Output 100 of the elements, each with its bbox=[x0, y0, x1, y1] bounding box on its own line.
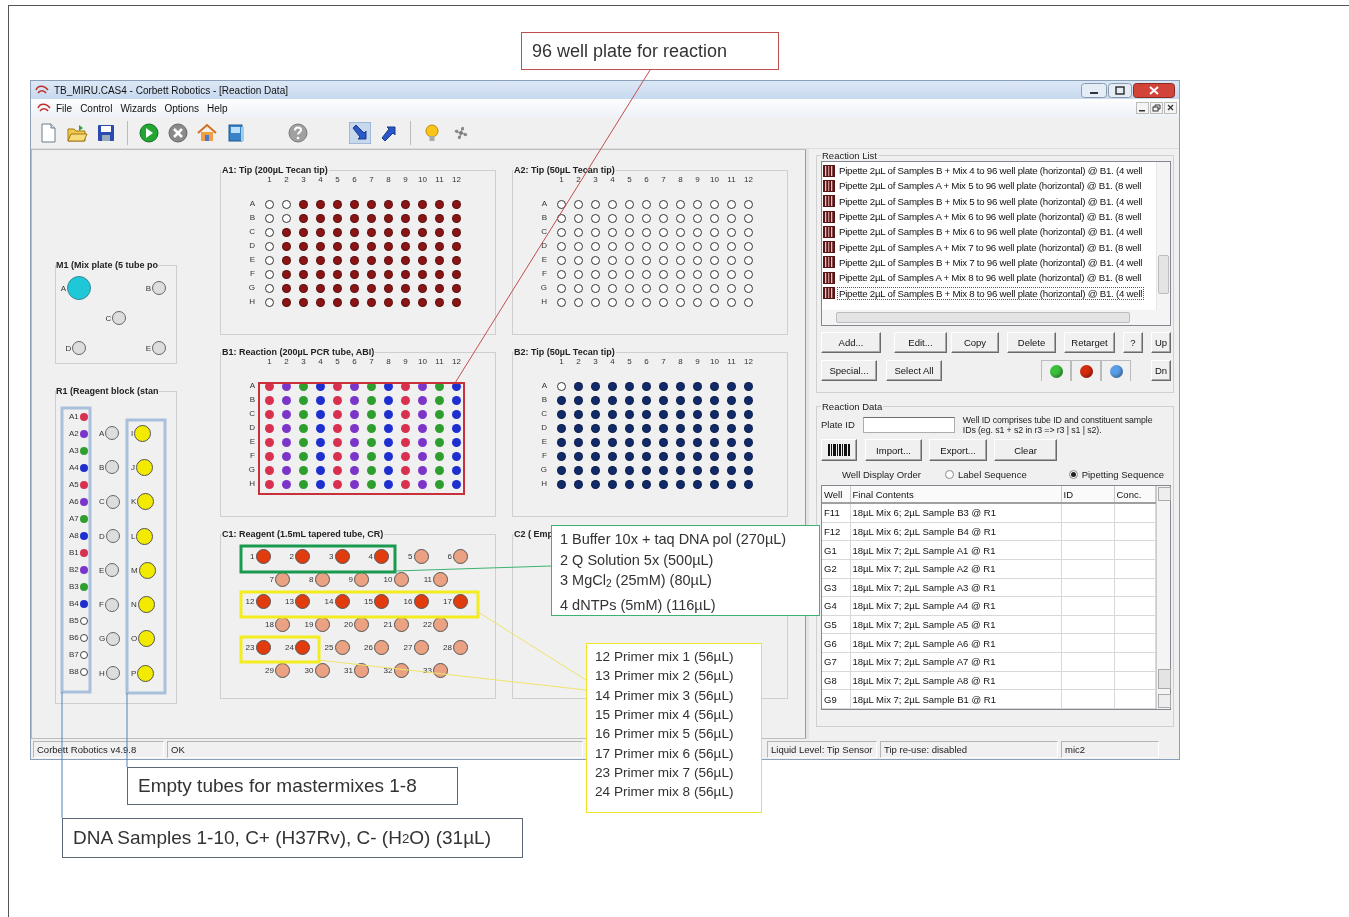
option-label: Well Display Order bbox=[842, 468, 922, 480]
action-button[interactable]: Edit... bbox=[894, 332, 947, 353]
column-header: Well bbox=[822, 486, 850, 504]
reaction-item[interactable]: Pipette 2µL of Samples B + Mix 8 to 96 well plate (horizontal) @ B1. (4 well bbox=[837, 286, 1145, 300]
tube-number: 7 bbox=[269, 574, 274, 584]
action-button[interactable]: Delete bbox=[1007, 332, 1056, 353]
column-number: 7 bbox=[369, 357, 374, 366]
action-button[interactable]: Import... bbox=[865, 439, 922, 461]
callout-line: 24 Primer mix 8 (56µL) bbox=[595, 783, 735, 802]
help-icon[interactable] bbox=[287, 121, 309, 144]
callout-line: 17 Primer mix 6 (56µL) bbox=[595, 744, 735, 763]
restore-icon[interactable] bbox=[1150, 102, 1163, 114]
barcode-button[interactable] bbox=[821, 439, 857, 461]
reaction-item[interactable]: Pipette 2µL of Samples B + Mix 5 to 96 well plate (horizontal) @ B1. (4 well bbox=[837, 194, 1145, 208]
row-letter: A bbox=[249, 380, 255, 392]
color-button[interactable] bbox=[1101, 360, 1131, 381]
row-letter: D bbox=[541, 422, 547, 434]
tube-number: 24 bbox=[285, 643, 294, 653]
tube-label: A8 bbox=[69, 531, 79, 540]
table-cell: G3 bbox=[822, 578, 850, 597]
tube-letter: E bbox=[145, 343, 152, 353]
tube-number: 15 bbox=[364, 597, 373, 607]
reaction-item[interactable]: Pipette 2µL of Samples B + Mix 6 to 96 well plate (horizontal) @ B1. (4 well bbox=[837, 225, 1145, 239]
callout-line: 16 Primer mix 5 (56µL) bbox=[595, 725, 735, 744]
menu-item[interactable]: Wizards bbox=[117, 102, 160, 114]
reaction-item[interactable]: Pipette 2µL of Samples A + Mix 8 to 96 well plate (horizontal) @ B1. (8 well bbox=[837, 271, 1144, 285]
book-icon[interactable] bbox=[225, 121, 247, 144]
table-cell: 18µL Mix 7; 2µL Sample A1 @ R1 bbox=[850, 540, 1061, 560]
play-icon[interactable] bbox=[138, 121, 160, 144]
row-letter: G bbox=[248, 282, 255, 294]
tube-letter: J bbox=[131, 462, 135, 472]
tube-label: B2 bbox=[69, 565, 79, 574]
radio-label[interactable]: Pipetting Sequence bbox=[1081, 468, 1165, 480]
menu-item[interactable]: Help bbox=[203, 102, 231, 114]
column-number: 4 bbox=[610, 175, 615, 184]
column-number: 11 bbox=[435, 357, 444, 366]
stop-icon[interactable] bbox=[167, 121, 189, 144]
row-letter: F bbox=[542, 268, 547, 280]
tube-letter: G bbox=[99, 634, 106, 644]
tube-number: 32 bbox=[383, 665, 393, 675]
row-letter: G bbox=[540, 282, 547, 294]
reaction-item[interactable]: Pipette 2µL of Samples A + Mix 6 to 96 well plate (horizontal) @ B1. (8 well bbox=[837, 210, 1144, 224]
reaction-item[interactable]: Pipette 2µL of Samples B + Mix 7 to 96 well plate (horizontal) @ B1. (4 well bbox=[837, 255, 1145, 269]
tube-number: 20 bbox=[344, 620, 353, 630]
reaction-item[interactable]: Pipette 2µL of Samples B + Mix 4 to 96 well plate (horizontal) @ B1. (4 well bbox=[837, 164, 1145, 178]
tube-label: B7 bbox=[69, 650, 79, 659]
home-icon[interactable] bbox=[196, 121, 218, 144]
radio-label[interactable]: Label Sequence bbox=[958, 468, 1027, 480]
tube-number: 8 bbox=[309, 574, 314, 584]
radio-button[interactable] bbox=[945, 469, 954, 479]
callout-line: 12 Primer mix 1 (56µL) bbox=[595, 648, 735, 666]
column-number: 9 bbox=[695, 357, 700, 366]
tube-number: 10 bbox=[383, 574, 393, 584]
reaction-item[interactable]: Pipette 2µL of Samples A + Mix 7 to 96 well plate (horizontal) @ B1. (8 well bbox=[837, 240, 1144, 254]
menu-item[interactable]: Options bbox=[161, 102, 202, 114]
tube-letter: K bbox=[131, 497, 137, 507]
plate-title: B1: Reaction (200µL PCR tube, ABI) bbox=[221, 347, 376, 357]
hint-text: Well ID comprises tube ID and constituent sample IDs (eg. s1 + s2 in r3 => r3 | s1 | s2). bbox=[962, 415, 1153, 435]
color-button[interactable] bbox=[1071, 360, 1101, 381]
column-number: 8 bbox=[678, 357, 683, 366]
action-button[interactable]: Clear bbox=[994, 439, 1057, 461]
down-button[interactable]: Dn bbox=[1151, 360, 1171, 381]
film-icon bbox=[823, 195, 835, 208]
close-icon[interactable] bbox=[1164, 102, 1177, 114]
close-icon[interactable] bbox=[1133, 82, 1175, 98]
table-cell: F11 bbox=[822, 503, 850, 523]
column-number: 2 bbox=[576, 357, 581, 366]
action-button[interactable]: Special... bbox=[821, 360, 877, 381]
menu-item[interactable]: Control bbox=[77, 102, 116, 114]
table-cell: 18µL Mix 7; 2µL Sample B1 @ R1 bbox=[850, 689, 1061, 709]
tube-number: 28 bbox=[443, 643, 452, 653]
minimize-icon[interactable] bbox=[1136, 102, 1149, 114]
column-number: 8 bbox=[386, 175, 391, 184]
film-icon bbox=[823, 241, 835, 254]
action-button[interactable]: Retarget bbox=[1064, 332, 1115, 353]
menu-item[interactable]: File bbox=[53, 102, 76, 114]
tube-label: A1 bbox=[69, 412, 79, 421]
film-icon bbox=[823, 164, 835, 177]
down-right-arrow-icon[interactable] bbox=[349, 121, 371, 144]
tube-letter: N bbox=[131, 600, 137, 610]
row-letter: G bbox=[540, 464, 547, 476]
minimize-icon[interactable] bbox=[1081, 82, 1107, 98]
radio-button[interactable] bbox=[1068, 469, 1078, 479]
tube-label: B3 bbox=[69, 582, 79, 591]
tube-number: 13 bbox=[285, 597, 294, 607]
action-button[interactable]: Export... bbox=[929, 439, 987, 461]
action-button[interactable]: Add... bbox=[821, 332, 881, 353]
tube-letter: D bbox=[65, 343, 72, 353]
action-button[interactable]: Copy bbox=[951, 332, 999, 353]
maximize-icon[interactable] bbox=[1108, 82, 1132, 98]
action-button[interactable]: ? bbox=[1123, 332, 1143, 353]
plate-id-field[interactable] bbox=[862, 417, 955, 433]
tube-letter: E bbox=[99, 565, 105, 575]
row-letter: G bbox=[248, 464, 255, 476]
row-letter: A bbox=[541, 380, 547, 392]
column-number: 5 bbox=[627, 357, 632, 366]
color-button[interactable] bbox=[1041, 360, 1071, 381]
reaction-item[interactable]: Pipette 2µL of Samples A + Mix 5 to 96 well plate (horizontal) @ B1. (8 well bbox=[837, 179, 1144, 193]
action-button[interactable]: Up bbox=[1151, 332, 1171, 353]
action-button[interactable]: Select All bbox=[886, 360, 942, 381]
